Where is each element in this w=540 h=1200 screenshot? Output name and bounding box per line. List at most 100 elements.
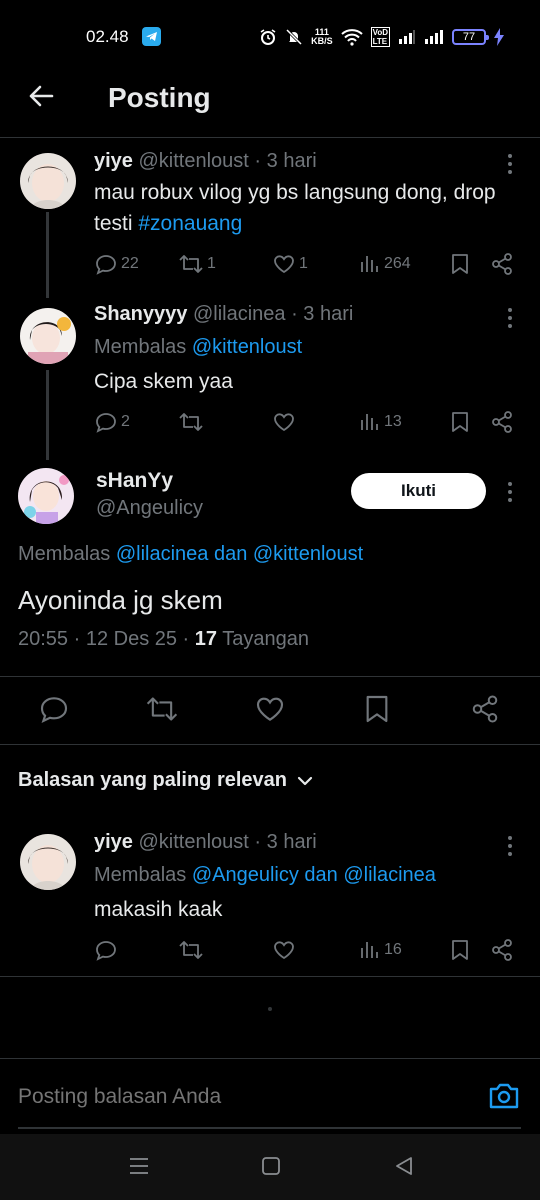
like-count: 1 (299, 255, 308, 272)
reply-sort-dropdown[interactable]: Balasan yang paling relevan (18, 769, 313, 792)
signal-icon-1 (398, 29, 416, 45)
avatar[interactable] (20, 834, 76, 890)
follow-button[interactable]: Ikuti (351, 473, 486, 509)
network-speed: 111 KB/S (311, 27, 333, 46)
sort-label: Balasan yang paling relevan (18, 769, 287, 791)
author-name[interactable]: yiye (94, 150, 133, 172)
author-handle[interactable]: @lilacinea (193, 303, 286, 325)
tweet-actions: 2 13 (94, 410, 524, 438)
back-triangle-icon[interactable] (394, 1156, 414, 1176)
views-icon (361, 256, 378, 272)
reply-button[interactable]: 22 (94, 252, 139, 276)
like-icon (274, 413, 294, 432)
avatar[interactable] (20, 308, 76, 364)
views-button[interactable]: 264 (359, 252, 411, 276)
views-icon (361, 414, 378, 430)
retweet-button[interactable]: 1 (178, 252, 216, 276)
avatar[interactable] (18, 468, 74, 524)
author-handle[interactable]: @Angeulicy (96, 497, 203, 520)
bookmark-button[interactable] (449, 252, 471, 276)
like-icon (274, 941, 294, 960)
bookmark-icon (452, 940, 468, 960)
telegram-icon (142, 27, 161, 46)
back-arrow-icon[interactable] (26, 81, 56, 111)
retweet-icon[interactable] (145, 693, 179, 725)
tweet-text: makasih kaak (94, 898, 223, 921)
mention-link[interactable]: @kittenloust (192, 336, 302, 358)
retweet-icon (179, 255, 203, 273)
mention-link[interactable]: @Angeulicy dan @lilacinea (192, 864, 436, 886)
share-button[interactable] (490, 410, 514, 434)
more-icon[interactable] (500, 480, 520, 504)
bookmark-button[interactable] (449, 410, 471, 434)
chevron-down-icon (297, 776, 313, 785)
top-app-bar: Posting (0, 72, 540, 138)
mention-link[interactable]: @lilacinea dan @kittenloust (116, 543, 363, 565)
divider (0, 676, 540, 677)
status-time: 02.48 (86, 27, 129, 46)
more-icon[interactable] (500, 834, 520, 858)
more-icon[interactable] (500, 152, 520, 176)
thread-line (46, 370, 49, 460)
retweet-button[interactable] (178, 410, 204, 434)
views-icon (361, 942, 378, 958)
view-count: 17 (194, 628, 218, 650)
mute-icon (285, 28, 303, 46)
share-button[interactable] (490, 938, 514, 962)
more-icon[interactable] (500, 306, 520, 330)
reply-icon (96, 255, 116, 275)
divider (0, 976, 540, 977)
share-icon[interactable] (470, 693, 500, 725)
tweet-text: Cipa skem yaa (94, 370, 233, 393)
tweet-actions: 22 1 1 264 (94, 252, 524, 280)
author-handle[interactable]: @kittenloust (139, 150, 249, 172)
like-button[interactable] (272, 938, 296, 962)
hashtag-link[interactable]: #zonauang (138, 212, 242, 235)
main-actions (0, 689, 540, 733)
author-name[interactable]: Shanyyyy (94, 303, 187, 325)
loading-indicator (268, 1007, 272, 1011)
bookmark-button[interactable] (449, 938, 471, 962)
status-bar: 02.48 111 KB/S VoD LTE 77 (0, 0, 540, 72)
volte-badge: VoD LTE (370, 27, 390, 47)
author-name[interactable]: yiye (94, 831, 133, 853)
bookmark-icon[interactable] (362, 693, 392, 725)
like-button[interactable] (272, 410, 296, 434)
views-button[interactable]: 16 (359, 938, 402, 962)
page-title: Posting (108, 82, 211, 113)
view-count: 13 (384, 413, 402, 430)
like-button[interactable]: 1 (272, 252, 308, 276)
share-icon (492, 253, 512, 275)
tweet-actions: 16 (94, 938, 524, 966)
reply-button[interactable] (94, 938, 118, 962)
reply-icon[interactable] (38, 693, 70, 725)
reply-icon (96, 941, 116, 961)
menu-icon[interactable] (128, 1156, 150, 1176)
tweet-header: Shanyyyy @lilacinea · 3 hari (94, 303, 353, 326)
view-count: 16 (384, 941, 402, 958)
alarm-icon (259, 28, 277, 46)
like-icon (274, 255, 294, 274)
view-count: 264 (384, 255, 411, 272)
home-icon[interactable] (261, 1156, 281, 1176)
camera-icon[interactable] (488, 1081, 520, 1111)
reply-count: 22 (121, 255, 139, 272)
author-handle[interactable]: @kittenloust (139, 831, 249, 853)
tweet-text: Ayoninda jg skem (18, 585, 223, 615)
reply-button[interactable]: 2 (94, 410, 130, 434)
avatar[interactable] (20, 153, 76, 209)
like-icon[interactable] (254, 693, 286, 725)
tweet-meta: 20:55 · 12 Des 25 · 17 Tayangan (18, 628, 309, 651)
charging-icon (494, 28, 504, 46)
retweet-button[interactable] (178, 938, 204, 962)
share-button[interactable] (490, 252, 514, 276)
post-time: · 3 hari (291, 303, 354, 325)
battery-indicator: 77 (452, 29, 489, 45)
author-name[interactable]: sHanYy (96, 469, 173, 493)
share-icon (492, 411, 512, 433)
reply-composer (0, 1058, 540, 1134)
tweet-header: yiye @kittenloust · 3 hari (94, 150, 317, 173)
reply-input[interactable] (18, 1085, 438, 1109)
wifi-icon (340, 28, 363, 46)
views-button[interactable]: 13 (359, 410, 402, 434)
